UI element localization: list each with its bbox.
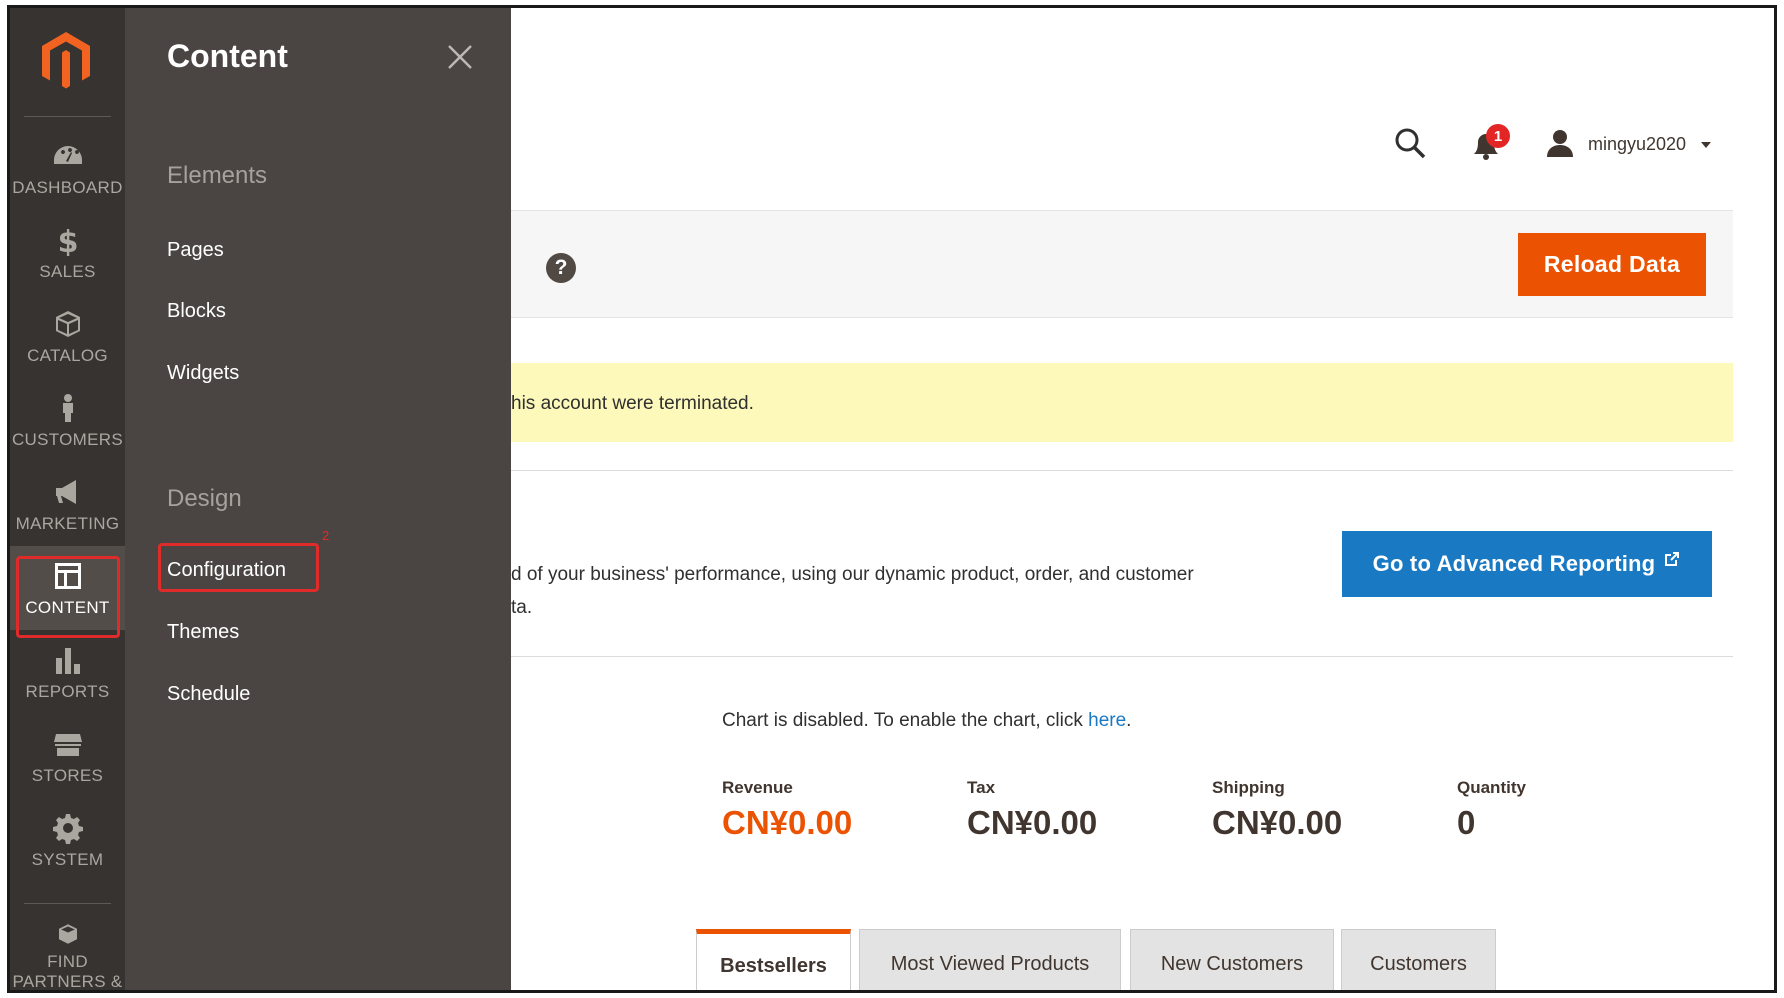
submenu-title: Content xyxy=(167,38,288,74)
nav-label: DASHBOARD xyxy=(12,178,123,197)
search-icon[interactable] xyxy=(1393,126,1427,160)
nav-divider xyxy=(24,903,111,904)
group-elements: Elements xyxy=(167,162,268,189)
stat-value: CN¥0.00 xyxy=(1212,804,1343,841)
advanced-text-line: d of your business' performance, using o… xyxy=(511,564,1194,585)
tab-most-viewed-products[interactable]: Most Viewed Products xyxy=(859,929,1121,990)
divider xyxy=(511,656,1733,657)
nav-label: FIND PARTNERS & xyxy=(12,952,123,991)
external-link-icon xyxy=(1665,552,1680,566)
admin-sidebar: DASHBOARD $ SALES CATALOG CUSTOMERS MARK… xyxy=(10,8,125,990)
advanced-reporting-text: d of your business' performance, using o… xyxy=(511,558,1194,624)
link-widgets[interactable]: Widgets xyxy=(167,362,239,385)
bar-chart-icon xyxy=(55,648,80,674)
link-pages[interactable]: Pages xyxy=(167,239,224,262)
highlight-box-configuration xyxy=(158,543,319,592)
nav-customers[interactable]: CUSTOMERS xyxy=(10,378,125,462)
extensions-icon xyxy=(58,924,77,944)
link-themes[interactable]: Themes xyxy=(167,621,239,644)
nav-dashboard[interactable]: DASHBOARD xyxy=(10,126,125,210)
username-dropdown[interactable]: mingyu2020 xyxy=(1588,134,1686,155)
nav-marketing[interactable]: MARKETING xyxy=(10,462,125,546)
nav-label: CUSTOMERS xyxy=(11,430,123,449)
stat-label: Shipping xyxy=(1212,778,1285,797)
go-to-advanced-reporting-button[interactable]: Go to Advanced Reporting xyxy=(1342,531,1712,597)
content-submenu: Content Elements Pages Blocks Widgets De… xyxy=(125,8,511,990)
dashboard-icon xyxy=(53,146,82,164)
page-actions-bar: ? Reload Data xyxy=(511,210,1733,318)
chart-message-text: Chart is disabled. To enable the chart, … xyxy=(722,710,1089,731)
annotation-number-2: 2 xyxy=(322,528,330,543)
link-blocks[interactable]: Blocks xyxy=(167,300,226,323)
user-icon xyxy=(1547,130,1573,157)
stat-value: CN¥0.00 xyxy=(967,804,1098,841)
gear-icon xyxy=(52,814,83,844)
link-schedule[interactable]: Schedule xyxy=(167,683,250,706)
notice-message: his account were terminated. xyxy=(511,363,1733,442)
storefront-icon xyxy=(53,734,82,756)
nav-system[interactable]: SYSTEM xyxy=(10,798,125,882)
notice-text: his account were terminated. xyxy=(511,393,754,414)
nav-label: CATALOG xyxy=(27,346,108,365)
nav-label: SALES xyxy=(39,262,96,281)
tab-new-customers[interactable]: New Customers xyxy=(1130,929,1334,990)
stat-shipping: Shipping CN¥0.00 xyxy=(1212,778,1342,842)
nav-find-partners[interactable]: FIND PARTNERS & xyxy=(10,908,125,991)
nav-stores[interactable]: STORES xyxy=(10,714,125,798)
screenshot-frame: DASHBOARD $ SALES CATALOG CUSTOMERS MARK… xyxy=(7,5,1777,993)
stat-revenue: Revenue CN¥0.00 xyxy=(722,778,852,842)
nav-sales[interactable]: $ SALES xyxy=(10,210,125,294)
nav-label: STORES xyxy=(31,766,104,785)
chart-disabled-message: Chart is disabled. To enable the chart, … xyxy=(722,710,1131,732)
nav-label: MARKETING xyxy=(15,514,120,533)
stat-label: Revenue xyxy=(722,778,793,797)
nav-label: SYSTEM xyxy=(31,850,104,869)
divider xyxy=(511,470,1733,471)
highlight-box-content xyxy=(16,556,120,638)
stat-quantity: Quantity 0 xyxy=(1457,778,1526,842)
nav-label: REPORTS xyxy=(25,682,110,701)
svg-text:$: $ xyxy=(57,225,78,256)
help-icon[interactable]: ? xyxy=(546,253,576,283)
main-content: 1 mingyu2020 ? Reload Data his account w… xyxy=(511,8,1774,990)
stat-label: Tax xyxy=(967,778,996,797)
tab-bestsellers[interactable]: Bestsellers xyxy=(696,929,851,990)
reload-data-button[interactable]: Reload Data xyxy=(1518,233,1706,296)
nav-catalog[interactable]: CATALOG xyxy=(10,294,125,378)
dollar-icon: $ xyxy=(57,225,78,256)
stat-tax: Tax CN¥0.00 xyxy=(967,778,1097,842)
close-icon[interactable] xyxy=(443,40,477,74)
stat-label: Quantity xyxy=(1457,778,1526,797)
megaphone-icon xyxy=(55,480,76,504)
nav-reports[interactable]: REPORTS xyxy=(10,630,125,714)
chart-message-suffix: . xyxy=(1126,710,1132,731)
group-design: Design xyxy=(167,485,242,512)
advanced-text-line: ta. xyxy=(511,597,533,618)
enable-chart-link[interactable]: here xyxy=(1088,710,1126,731)
stat-value: 0 xyxy=(1457,804,1476,841)
logo-divider xyxy=(24,116,111,117)
chevron-down-icon[interactable] xyxy=(1701,142,1711,148)
advanced-button-label: Go to Advanced Reporting xyxy=(1372,551,1656,576)
box-icon xyxy=(55,311,80,337)
person-icon xyxy=(62,394,73,422)
notification-badge: 1 xyxy=(1486,124,1510,148)
tab-customers[interactable]: Customers xyxy=(1341,929,1496,990)
magento-logo-icon[interactable] xyxy=(38,30,94,90)
stat-value: CN¥0.00 xyxy=(722,804,853,841)
